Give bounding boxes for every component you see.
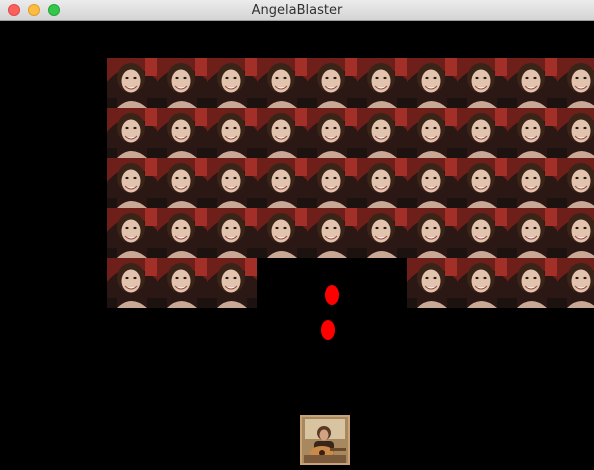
enemy-sprite <box>557 58 594 108</box>
enemy-sprite <box>157 258 207 308</box>
enemy-sprite <box>157 58 207 108</box>
enemy-sprite <box>307 58 357 108</box>
enemy-sprite <box>207 108 257 158</box>
enemy-sprite <box>407 208 457 258</box>
enemy-sprite <box>457 158 507 208</box>
enemy-sprite <box>207 58 257 108</box>
enemy-sprite <box>107 108 157 158</box>
enemy-sprite <box>107 58 157 108</box>
enemy-sprite <box>357 208 407 258</box>
enemy-sprite <box>257 58 307 108</box>
enemy-sprite <box>407 108 457 158</box>
enemy-sprite <box>507 108 557 158</box>
player-ship[interactable] <box>300 415 350 465</box>
enemy-sprite <box>357 108 407 158</box>
enemy-sprite <box>207 258 257 308</box>
bullet <box>325 285 339 305</box>
enemy-sprite <box>357 158 407 208</box>
enemy-sprite <box>107 158 157 208</box>
enemy-sprite <box>457 208 507 258</box>
enemy-sprite <box>457 58 507 108</box>
window-title: AngelaBlaster <box>251 3 343 18</box>
enemy-sprite <box>207 158 257 208</box>
enemy-sprite <box>157 208 207 258</box>
enemy-sprite <box>307 158 357 208</box>
game-window: AngelaBlaster <box>0 0 594 470</box>
enemy-sprite <box>507 208 557 258</box>
enemy-sprite <box>107 258 157 308</box>
enemy-sprite <box>557 208 594 258</box>
enemy-sprite <box>407 58 457 108</box>
enemy-sprite <box>157 108 207 158</box>
enemy-sprite <box>507 258 557 308</box>
enemy-sprite <box>557 108 594 158</box>
enemy-sprite <box>457 258 507 308</box>
bullet <box>321 320 335 340</box>
enemy-sprite <box>407 258 457 308</box>
enemy-sprite <box>257 208 307 258</box>
enemy-sprite <box>557 158 594 208</box>
enemy-sprite <box>507 58 557 108</box>
enemy-sprite <box>407 158 457 208</box>
enemy-sprite <box>507 158 557 208</box>
game-canvas[interactable] <box>0 21 594 470</box>
enemy-sprite <box>557 258 594 308</box>
enemy-sprite <box>257 158 307 208</box>
enemy-sprite <box>307 208 357 258</box>
enemy-sprite <box>257 108 307 158</box>
enemy-sprite <box>207 208 257 258</box>
enemy-sprite <box>457 108 507 158</box>
enemy-sprite <box>357 58 407 108</box>
enemy-sprite <box>107 208 157 258</box>
title-bar: AngelaBlaster <box>0 0 594 21</box>
guitar-player-sprite <box>300 415 350 465</box>
enemy-sprite <box>307 108 357 158</box>
enemy-sprite <box>157 158 207 208</box>
